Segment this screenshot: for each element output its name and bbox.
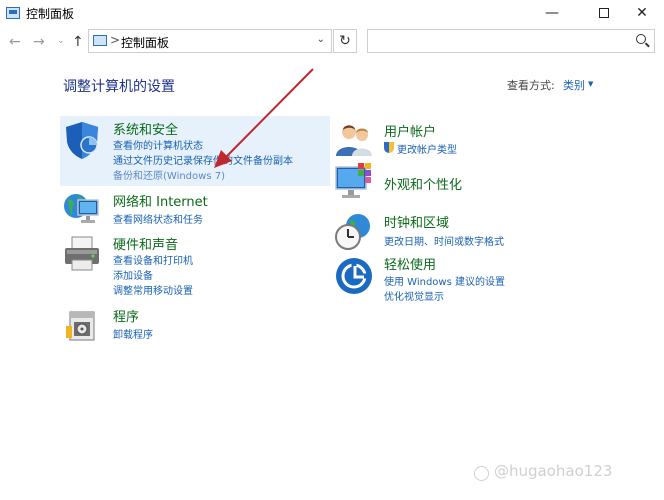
forward-button[interactable]: →: [33, 34, 45, 50]
title-bar: 控制面板 — ✕: [0, 0, 664, 26]
link-view-computer-status[interactable]: 查看你的计算机状态: [113, 137, 203, 152]
category-hardware-sound[interactable]: 硬件和声音: [113, 234, 178, 253]
view-by-label: 查看方式:: [507, 79, 555, 92]
ease-of-access-icon[interactable]: [334, 256, 374, 296]
close-button[interactable]: ✕: [620, 0, 664, 26]
link-file-history[interactable]: 通过文件历史记录保存你的文件备份副本: [113, 152, 293, 167]
search-input[interactable]: [367, 29, 655, 53]
programs-icon[interactable]: [62, 304, 102, 344]
maximize-icon: [599, 8, 609, 18]
link-network-status[interactable]: 查看网络状态和任务: [113, 211, 203, 226]
uac-shield-icon: [384, 142, 394, 153]
back-button[interactable]: ←: [9, 34, 21, 50]
view-by-dropdown[interactable]: 类别: [563, 77, 585, 93]
navigation-bar: ← → ⌄ ↑ > 控制面板 ⌄ ↻: [0, 26, 664, 58]
link-change-date-time-format[interactable]: 更改日期、时间或数字格式: [384, 233, 504, 248]
category-programs[interactable]: 程序: [113, 306, 139, 325]
category-network-internet[interactable]: 网络和 Internet: [113, 191, 208, 210]
watermark-logo-icon: [474, 466, 489, 481]
category-clock-region[interactable]: 时钟和区域: [384, 212, 449, 231]
control-panel-icon: [93, 35, 107, 46]
link-windows-recommended-settings[interactable]: 使用 Windows 建议的设置: [384, 273, 505, 288]
address-dropdown-button[interactable]: ⌄: [317, 34, 325, 45]
user-accounts-icon[interactable]: [334, 120, 374, 160]
link-change-account-type[interactable]: 更改帐户类型: [397, 141, 457, 156]
address-bar[interactable]: > 控制面板 ⌄: [88, 29, 332, 53]
search-icon[interactable]: [636, 34, 646, 44]
link-devices-printers[interactable]: 查看设备和打印机: [113, 252, 193, 267]
link-backup-restore[interactable]: 备份和还原(Windows 7): [113, 167, 225, 182]
watermark-text: @hugaohao123: [494, 462, 613, 480]
chevron-down-icon[interactable]: ▼: [588, 80, 593, 88]
category-appearance-personalization[interactable]: 外观和个性化: [384, 174, 462, 193]
appearance-monitor-icon[interactable]: [334, 163, 374, 203]
refresh-button[interactable]: ↻: [333, 29, 357, 53]
clock-globe-icon[interactable]: [334, 212, 374, 252]
link-uninstall-program[interactable]: 卸载程序: [113, 326, 153, 341]
printer-icon[interactable]: [62, 234, 102, 274]
link-mobility-settings[interactable]: 调整常用移动设置: [113, 282, 193, 297]
category-ease-of-access[interactable]: 轻松使用: [384, 254, 436, 273]
minimize-button[interactable]: —: [530, 0, 574, 26]
up-button[interactable]: ↑: [72, 34, 84, 50]
breadcrumb-control-panel[interactable]: 控制面板: [121, 34, 169, 51]
control-panel-icon: [6, 7, 20, 19]
page-title: 调整计算机的设置: [63, 79, 175, 95]
recent-locations-button[interactable]: ⌄: [57, 36, 65, 46]
window-title: 控制面板: [26, 7, 75, 21]
network-globe-icon[interactable]: [62, 188, 102, 228]
category-user-accounts[interactable]: 用户帐户: [384, 121, 436, 140]
security-shield-icon[interactable]: [62, 120, 102, 160]
link-optimize-visual-display[interactable]: 优化视觉显示: [384, 288, 444, 303]
breadcrumb-separator[interactable]: >: [110, 33, 120, 47]
category-system-security[interactable]: 系统和安全: [113, 119, 178, 138]
link-add-device[interactable]: 添加设备: [113, 267, 153, 282]
